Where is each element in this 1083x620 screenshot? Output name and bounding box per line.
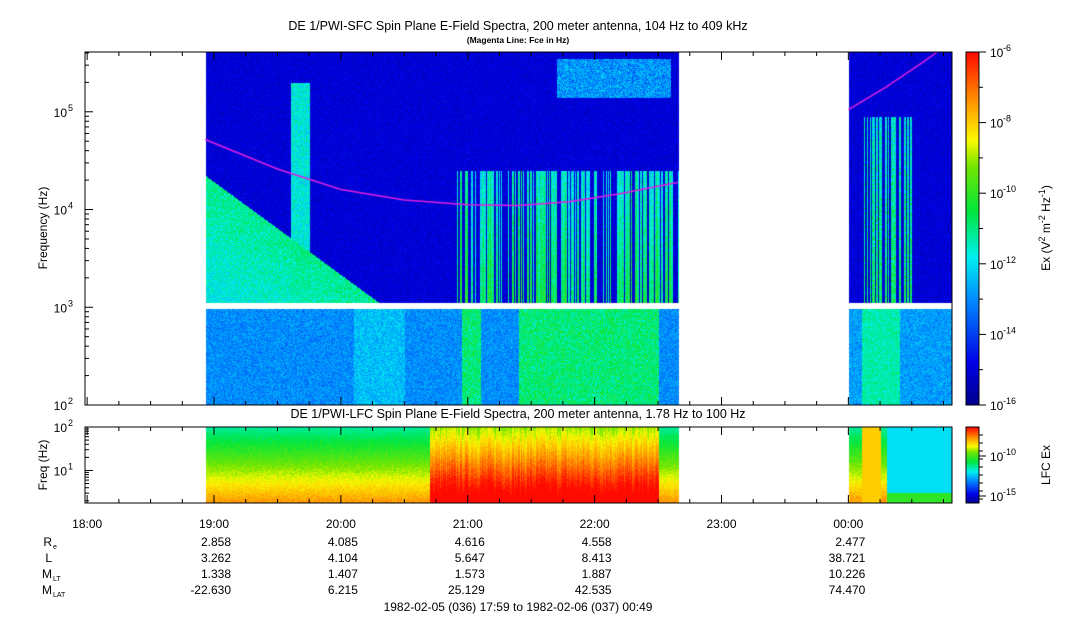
lfc-colorbar-label: LFC Ex <box>1039 445 1053 485</box>
ephemeris-value: 1.407 <box>328 567 358 581</box>
sfc-colorbar-label: Ex (V2 m-2 Hz-1) <box>1037 185 1053 271</box>
ephemeris-value: -22.630 <box>190 583 231 597</box>
ephemeris-value: 5.647 <box>455 551 485 565</box>
ephemeris-value: 4.085 <box>328 535 358 549</box>
ephemeris-row-label: M <box>42 567 52 581</box>
time-range: 1982-02-05 (036) 17:59 to 1982-02-06 (03… <box>384 600 653 614</box>
lfc-y-tick-label: 10 <box>54 464 68 478</box>
lfc-y-tick-exp: 1 <box>68 461 73 471</box>
axes-layer: DE 1/PWI-SFC Spin Plane E-Field Spectra,… <box>36 19 1053 614</box>
sfc-colorbar-tick-exp: -16 <box>1003 396 1016 406</box>
ephemeris-value: 25.129 <box>448 583 485 597</box>
lfc-plot-frame <box>84 426 953 504</box>
sfc-colorbar-tick-label: 10 <box>990 258 1004 272</box>
lfc-y-tick-label: 10 <box>54 421 68 435</box>
sfc-colorbar-tick-exp: -8 <box>1003 114 1011 124</box>
lfc-title: DE 1/PWI-LFC Spin Plane E-Field Spectra,… <box>290 407 745 421</box>
sfc-y-tick-exp: 5 <box>68 103 73 113</box>
sfc-y-tick-label: 10 <box>54 301 68 315</box>
sfc-colorbar-tick-exp: -14 <box>1003 325 1016 335</box>
sfc-y-tick-label: 10 <box>54 106 68 120</box>
ephemeris-value: 1.338 <box>201 567 231 581</box>
x-tick-label: 20:00 <box>326 517 356 531</box>
x-tick-label: 19:00 <box>199 517 229 531</box>
sfc-colorbar-tick-label: 10 <box>990 46 1004 60</box>
lfc-colorbar-tick-exp: -15 <box>1003 487 1016 497</box>
ephemeris-value: 2.858 <box>201 535 231 549</box>
sfc-ylabel: Frequency (Hz) <box>36 187 50 270</box>
ephemeris-value: 4.616 <box>455 535 485 549</box>
ephemeris-row-label-sub: e <box>53 544 57 551</box>
ephemeris-value: 38.721 <box>829 551 866 565</box>
sfc-y-tick-label: 10 <box>54 399 68 413</box>
ephemeris-value: 2.477 <box>835 535 865 549</box>
spectrogram-figure: DE 1/PWI-SFC Spin Plane E-Field Spectra,… <box>0 0 1083 620</box>
ephemeris-value: 10.226 <box>829 567 866 581</box>
lfc-y-tick-exp: 2 <box>68 418 73 428</box>
sfc-y-tick-exp: 4 <box>68 201 73 211</box>
ephemeris-row-label-sub: LAT <box>53 592 66 599</box>
sfc-colorbar-tick-label: 10 <box>990 187 1004 201</box>
ephemeris-row-label: L <box>45 551 52 565</box>
sfc-plot-frame <box>84 51 953 406</box>
sfc-colorbar-tick-label: 10 <box>990 399 1004 413</box>
ephemeris-value: 6.215 <box>328 583 358 597</box>
sfc-colorbar-tick-exp: -6 <box>1003 43 1011 53</box>
ephemeris-row-label: R <box>43 535 52 549</box>
ephemeris-row-label: M <box>42 583 52 597</box>
lfc-colorbar-frame <box>965 426 980 504</box>
sfc-colorbar-tick-label: 10 <box>990 117 1004 131</box>
ephemeris-value: 1.887 <box>582 567 612 581</box>
sfc-colorbar-tick-exp: -12 <box>1003 255 1016 265</box>
sfc-y-tick-label: 10 <box>54 204 68 218</box>
sfc-y-tick-exp: 3 <box>68 298 73 308</box>
ephemeris-value: 42.535 <box>575 583 612 597</box>
ephemeris-value: 4.104 <box>328 551 358 565</box>
sfc-colorbar-tick-label: 10 <box>990 328 1004 342</box>
ephemeris-row-label-sub: LT <box>53 576 61 583</box>
x-tick-label: 18:00 <box>72 517 102 531</box>
sfc-y-tick-exp: 2 <box>68 396 73 406</box>
ephemeris-value: 3.262 <box>201 551 231 565</box>
sfc-title: DE 1/PWI-SFC Spin Plane E-Field Spectra,… <box>288 19 747 33</box>
x-tick-label: 23:00 <box>706 517 736 531</box>
x-tick-label: 00:00 <box>833 517 863 531</box>
sfc-colorbar-frame <box>965 51 980 406</box>
lfc-colorbar-tick-label: 10 <box>990 450 1004 464</box>
ephemeris-value: 4.558 <box>582 535 612 549</box>
ephemeris-value: 8.413 <box>582 551 612 565</box>
x-tick-label: 21:00 <box>453 517 483 531</box>
sfc-subtitle: (Magenta Line: Fce in Hz) <box>467 35 570 45</box>
ephemeris-value: 1.573 <box>455 567 485 581</box>
lfc-ylabel: Freq (Hz) <box>36 440 50 491</box>
lfc-colorbar-tick-exp: -10 <box>1003 447 1016 457</box>
sfc-colorbar-tick-exp: -10 <box>1003 184 1016 194</box>
ephemeris-value: 74.470 <box>829 583 866 597</box>
x-tick-label: 22:00 <box>580 517 610 531</box>
lfc-colorbar-tick-label: 10 <box>990 490 1004 504</box>
